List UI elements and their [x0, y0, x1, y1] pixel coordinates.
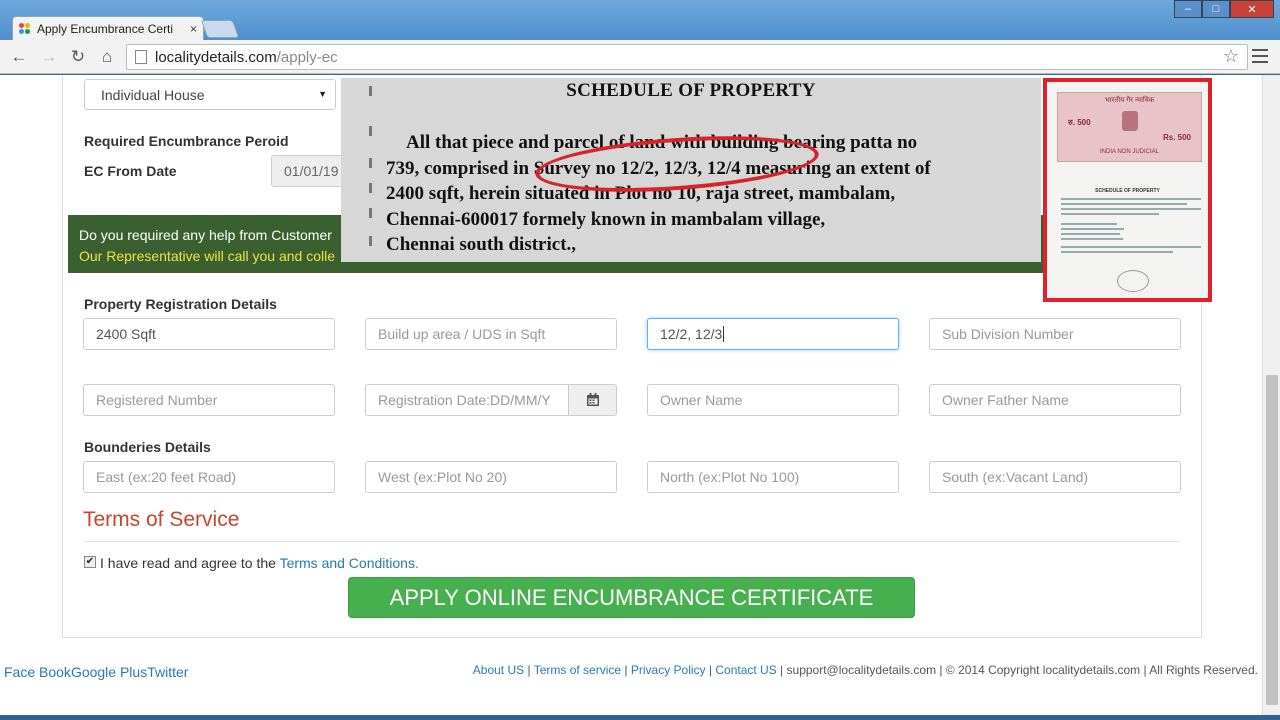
stamp-top-text: भारतीय गैर न्यायिक [1104, 97, 1155, 104]
registered-number-input[interactable]: Registered Number [83, 384, 335, 416]
calendar-icon [586, 393, 599, 406]
registration-date-placeholder: Registration Date:DD/MM/Y [378, 392, 551, 408]
registered-number-placeholder: Registered Number [96, 392, 218, 408]
area-value: 2400 Sqft [96, 326, 156, 342]
south-boundary-input[interactable]: South (ex:Vacant Land) [929, 461, 1181, 493]
agree-text: I have read and agree to the [100, 555, 276, 571]
property-type-value: Individual House [101, 86, 205, 103]
browser-tab-active[interactable]: Apply Encumbrance Certi × [12, 16, 204, 40]
back-arrow-icon[interactable]: ← [8, 46, 30, 68]
window-close-button[interactable]: ✕ [1230, 0, 1274, 18]
west-boundary-input[interactable]: West (ex:Plot No 20) [365, 461, 617, 493]
survey-number-value: 12/2, 12/3 [660, 326, 723, 342]
property-type-select[interactable]: Individual House ▼ [84, 79, 336, 110]
stamp-value-right: Rs. 500 [1162, 133, 1191, 142]
sub-division-placeholder: Sub Division Number [942, 326, 1074, 342]
agree-label: I have read and agree to the Terms and C… [100, 555, 419, 571]
schedule-heading: SCHEDULE OF PROPERTY [566, 80, 816, 101]
stamp-bottom-text: INDIA NON JUDICIAL [1099, 149, 1159, 155]
footer-about-link[interactable]: About US [473, 663, 524, 677]
terms-conditions-link[interactable]: Terms and Conditions. [280, 555, 419, 571]
sub-division-input[interactable]: Sub Division Number [929, 318, 1181, 350]
maximize-button[interactable]: □ [1202, 0, 1230, 18]
new-tab-button[interactable] [200, 20, 240, 38]
thumbnail-heading: SCHEDULE OF PROPERTY [1095, 188, 1160, 194]
reload-icon[interactable]: ↻ [67, 46, 89, 68]
page-scrollbar[interactable] [1262, 75, 1280, 715]
ec-from-date-value: 01/01/19 [284, 163, 339, 179]
survey-number-input[interactable]: 12/2, 12/3 [647, 318, 899, 350]
footer-terms-link[interactable]: Terms of service [534, 663, 621, 677]
forward-arrow-icon[interactable]: → [38, 46, 60, 68]
document-thumbnail: भारतीय गैर न्यायिक रु. 500 Rs. 500 INDIA… [1043, 78, 1212, 302]
north-placeholder: North (ex:Plot No 100) [660, 469, 800, 485]
footer-email: support@localitydetails.com [786, 663, 937, 677]
bookmark-star-icon[interactable]: ☆ [1223, 46, 1239, 67]
footer-links: About US | Terms of service | Privacy Po… [472, 663, 1258, 677]
footer-privacy-link[interactable]: Privacy Policy [631, 663, 706, 677]
agree-checkbox[interactable]: ✔ [84, 556, 96, 568]
browser-menu-icon[interactable] [1252, 49, 1268, 67]
social-links: Face BookGoogle PlusTwitter [4, 664, 188, 680]
footer-copyright: © 2014 Copyright localitydetails.com | A… [945, 663, 1258, 677]
url-path: /apply-ec [276, 48, 338, 66]
boundaries-title: Bounderies Details [84, 439, 211, 455]
apply-ec-button[interactable]: APPLY ONLINE ENCUMBRANCE CERTIFICATE [348, 577, 915, 618]
schedule-line: Chennai-600017 formely known in mambalam… [386, 208, 826, 230]
twitter-link[interactable]: Twitter [147, 664, 188, 680]
stamp-paper-header: भारतीय गैर न्यायिक रु. 500 Rs. 500 INDIA… [1057, 92, 1202, 162]
footer-contact-link[interactable]: Contact US [715, 663, 776, 677]
googleplus-link[interactable]: Google Plus [71, 664, 147, 680]
owner-name-input[interactable]: Owner Name [647, 384, 899, 416]
seal-icon [1117, 270, 1149, 292]
terms-of-service-title: Terms of Service [83, 508, 240, 531]
facebook-link[interactable]: Face Book [4, 664, 71, 680]
stamp-value-left: रु. 500 [1068, 118, 1091, 127]
scrollbar-thumb[interactable] [1266, 375, 1278, 705]
calendar-button[interactable] [568, 384, 617, 416]
schedule-line: Chennai south district., [386, 234, 577, 255]
south-placeholder: South (ex:Vacant Land) [942, 469, 1089, 485]
owner-father-name-input[interactable]: Owner Father Name [929, 384, 1181, 416]
browser-titlebar: Apply Encumbrance Certi × – □ ✕ [0, 0, 1280, 40]
national-emblem-icon [1122, 111, 1138, 131]
browser-toolbar: ← → ↻ ⌂ localitydetails.com/apply-ec ☆ [0, 40, 1280, 74]
terms-divider [84, 541, 1180, 542]
east-placeholder: East (ex:20 feet Road) [96, 469, 237, 485]
window-controls: – □ ✕ [1174, 0, 1274, 18]
north-boundary-input[interactable]: North (ex:Plot No 100) [647, 461, 899, 493]
home-icon[interactable]: ⌂ [96, 46, 118, 68]
tab-close-icon[interactable]: × [190, 22, 197, 36]
owner-name-placeholder: Owner Name [660, 392, 743, 408]
taskbar-edge [0, 715, 1280, 720]
ec-from-label: EC From Date [84, 163, 177, 179]
registration-date-input[interactable]: Registration Date:DD/MM/Y [365, 384, 569, 416]
buildup-placeholder: Build up area / UDS in Sqft [378, 326, 546, 342]
schedule-excerpt-overlay: SCHEDULE OF PROPERTY All that piece and … [341, 78, 1041, 262]
text-cursor [723, 326, 725, 342]
west-placeholder: West (ex:Plot No 20) [378, 469, 507, 485]
required-period-label: Required Encumbrance Peroid [84, 133, 289, 149]
thumbnail-text-lines [1061, 198, 1201, 256]
address-bar[interactable]: localitydetails.com/apply-ec ☆ [126, 44, 1248, 70]
east-boundary-input[interactable]: East (ex:20 feet Road) [83, 461, 335, 493]
area-input[interactable]: 2400 Sqft [83, 318, 335, 350]
margin-marks [369, 78, 375, 262]
site-favicon-icon [19, 22, 31, 35]
page-icon [135, 50, 147, 64]
ec-from-date-input[interactable]: 01/01/19 [271, 155, 351, 187]
registration-details-title: Property Registration Details [84, 296, 277, 312]
buildup-area-input[interactable]: Build up area / UDS in Sqft [365, 318, 617, 350]
minimize-button[interactable]: – [1174, 0, 1202, 18]
url-host: localitydetails.com [155, 48, 277, 66]
tab-title: Apply Encumbrance Certi [37, 21, 174, 36]
owner-father-placeholder: Owner Father Name [942, 392, 1069, 408]
dropdown-arrow-icon: ▼ [318, 89, 327, 99]
